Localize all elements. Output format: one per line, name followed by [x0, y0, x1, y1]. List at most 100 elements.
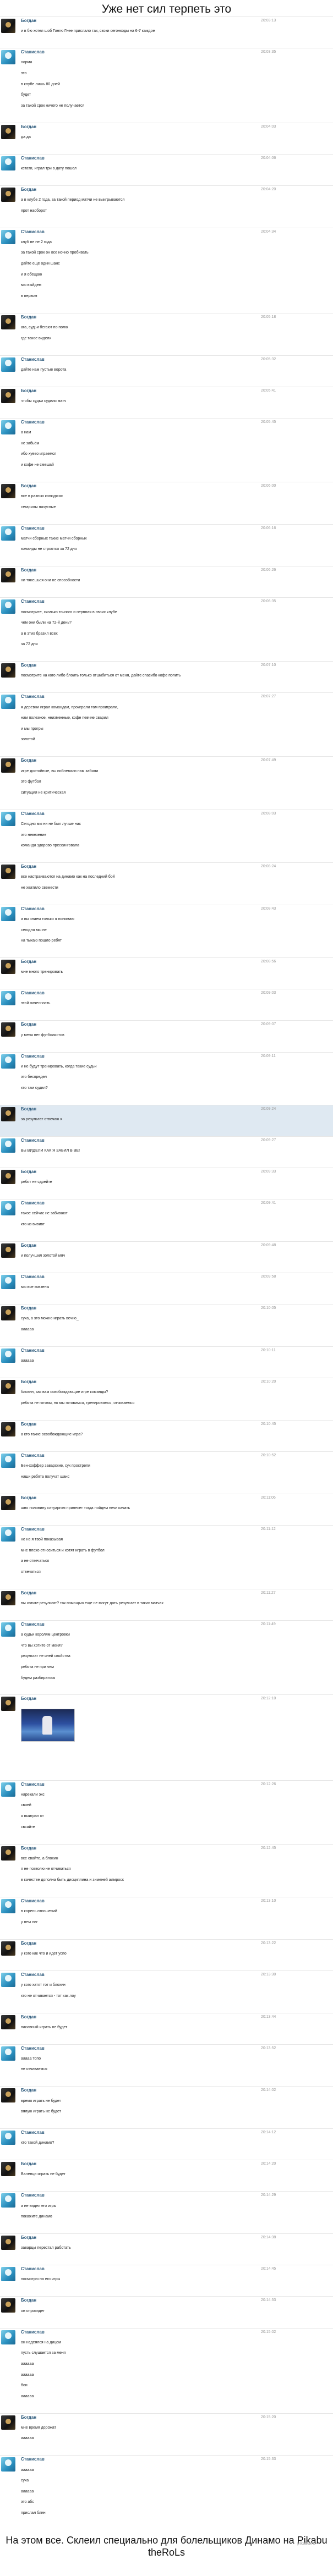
avatar[interactable]: [1, 357, 15, 372]
avatar[interactable]: [1, 991, 15, 1006]
sender-name[interactable]: Станислав: [21, 1453, 45, 1458]
avatar[interactable]: [1, 960, 15, 975]
avatar[interactable]: [1, 2193, 15, 2208]
sender-name[interactable]: Богдан: [21, 1107, 36, 1111]
avatar[interactable]: [1, 1846, 15, 1861]
sender-name[interactable]: Богдан: [21, 568, 36, 573]
sender-name[interactable]: Станислав: [21, 2193, 45, 2198]
sender-name[interactable]: Богдан: [21, 1495, 36, 1500]
sender-name[interactable]: Богдан: [21, 864, 36, 869]
avatar[interactable]: [1, 663, 15, 678]
avatar[interactable]: [1, 187, 15, 202]
sender-name[interactable]: Богдан: [21, 1022, 36, 1027]
avatar[interactable]: [1, 2162, 15, 2177]
sender-name[interactable]: Станислав: [21, 1054, 45, 1059]
avatar[interactable]: [1, 1107, 15, 1121]
sender-name[interactable]: Богдан: [21, 1243, 36, 1248]
sender-name[interactable]: Богдан: [21, 663, 36, 668]
avatar[interactable]: [1, 50, 15, 65]
sender-name[interactable]: Богдан: [21, 483, 36, 488]
avatar[interactable]: [1, 1138, 15, 1153]
sender-name[interactable]: Богдан: [21, 315, 36, 320]
avatar[interactable]: [1, 1306, 15, 1321]
avatar[interactable]: [1, 1422, 15, 1436]
avatar[interactable]: [1, 2046, 15, 2061]
sender-name[interactable]: Станислав: [21, 2130, 45, 2135]
sender-name[interactable]: Станислав: [21, 599, 45, 604]
sender-name[interactable]: Станислав: [21, 811, 45, 816]
sender-name[interactable]: Станислав: [21, 694, 45, 699]
avatar[interactable]: [1, 1348, 15, 1363]
sender-name[interactable]: Станислав: [21, 2330, 45, 2335]
sender-name[interactable]: Станислав: [21, 1782, 45, 1787]
sender-name[interactable]: Богдан: [21, 18, 36, 23]
sender-name[interactable]: Богдан: [21, 2298, 36, 2303]
sender-name[interactable]: Богдан: [21, 1846, 36, 1851]
avatar[interactable]: [1, 1054, 15, 1069]
avatar[interactable]: [1, 811, 15, 826]
sender-name[interactable]: Богдан: [21, 388, 36, 393]
avatar[interactable]: [1, 2330, 15, 2344]
sender-name[interactable]: Станислав: [21, 1622, 45, 1627]
sender-name[interactable]: Богдан: [21, 187, 36, 192]
avatar[interactable]: [1, 1941, 15, 1956]
avatar[interactable]: [1, 1022, 15, 1037]
avatar[interactable]: [1, 483, 15, 498]
avatar[interactable]: [1, 1201, 15, 1216]
avatar[interactable]: [1, 599, 15, 614]
sender-name[interactable]: Богдан: [21, 1422, 36, 1427]
avatar[interactable]: [1, 156, 15, 170]
avatar[interactable]: [1, 2298, 15, 2313]
avatar[interactable]: [1, 2014, 15, 2029]
sender-name[interactable]: Станислав: [21, 1138, 45, 1143]
avatar[interactable]: [1, 124, 15, 139]
sender-name[interactable]: Богдан: [21, 2014, 36, 2019]
avatar[interactable]: [1, 526, 15, 541]
avatar[interactable]: [1, 1453, 15, 1468]
avatar[interactable]: [1, 1697, 15, 1711]
sender-name[interactable]: Богдан: [21, 1941, 36, 1946]
avatar[interactable]: [1, 758, 15, 773]
sender-name[interactable]: Станислав: [21, 1972, 45, 1977]
sender-name[interactable]: Станислав: [21, 526, 45, 531]
avatar[interactable]: [1, 2088, 15, 2103]
sender-name[interactable]: Станислав: [21, 2457, 45, 2462]
avatar[interactable]: [1, 1527, 15, 1542]
avatar[interactable]: [1, 315, 15, 329]
avatar[interactable]: [1, 865, 15, 879]
avatar[interactable]: [1, 906, 15, 921]
sender-name[interactable]: Станислав: [21, 1201, 45, 1206]
avatar[interactable]: [1, 1782, 15, 1797]
avatar[interactable]: [1, 2415, 15, 2430]
sender-name[interactable]: Станислав: [21, 1274, 45, 1279]
avatar[interactable]: [1, 2131, 15, 2145]
attached-photo[interactable]: [21, 1708, 75, 1742]
avatar[interactable]: [1, 1170, 15, 1185]
avatar[interactable]: [1, 1622, 15, 1637]
sender-name[interactable]: Станислав: [21, 229, 45, 234]
sender-name[interactable]: Богдан: [21, 1306, 36, 1311]
avatar[interactable]: [1, 1275, 15, 1290]
sender-name[interactable]: Станислав: [21, 990, 45, 995]
avatar[interactable]: [1, 2457, 15, 2472]
sender-name[interactable]: Станислав: [21, 906, 45, 911]
sender-name[interactable]: Станислав: [21, 1527, 45, 1532]
avatar[interactable]: [1, 420, 15, 434]
avatar[interactable]: [1, 388, 15, 403]
avatar[interactable]: [1, 1898, 15, 1913]
sender-name[interactable]: Богдан: [21, 2235, 36, 2240]
sender-name[interactable]: Богдан: [21, 1696, 36, 1701]
avatar[interactable]: [1, 695, 15, 709]
sender-name[interactable]: Богдан: [21, 2415, 36, 2420]
sender-name[interactable]: Станислав: [21, 156, 45, 161]
sender-name[interactable]: Станислав: [21, 357, 45, 362]
avatar[interactable]: [1, 229, 15, 244]
sender-name[interactable]: Станислав: [21, 420, 45, 425]
avatar[interactable]: [1, 2236, 15, 2250]
sender-name[interactable]: Станислав: [21, 2046, 45, 2051]
sender-name[interactable]: Богдан: [21, 1169, 36, 1174]
sender-name[interactable]: Богдан: [21, 2161, 36, 2166]
sender-name[interactable]: Станислав: [21, 2266, 45, 2271]
sender-name[interactable]: Станислав: [21, 49, 45, 54]
avatar[interactable]: [1, 1243, 15, 1258]
